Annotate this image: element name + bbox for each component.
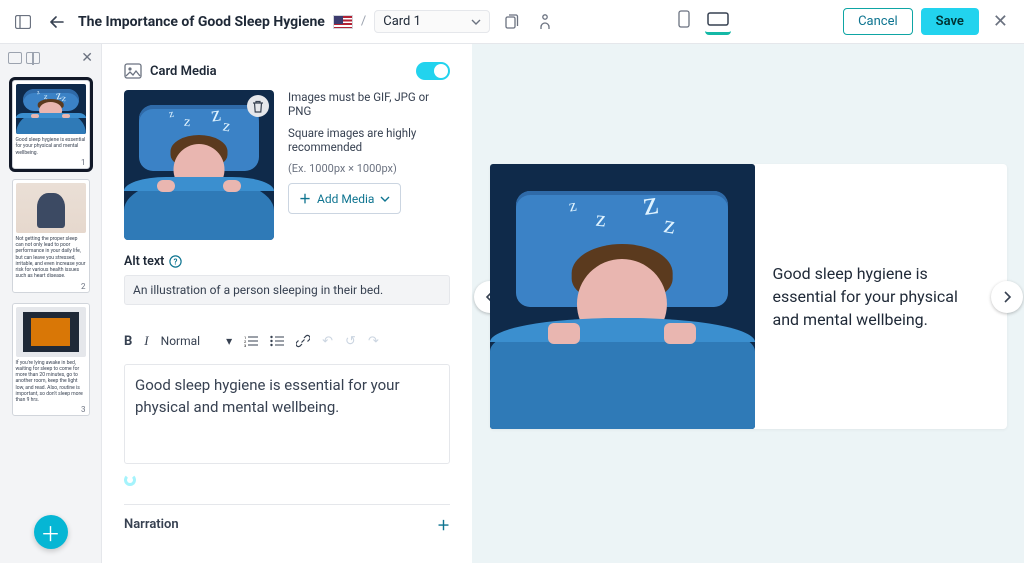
redo-button[interactable]: ↷ <box>368 334 379 349</box>
card-thumbnail-1[interactable]: zzzz Good sleep hygiene is essential for… <box>12 80 90 169</box>
layout-toggle-button[interactable] <box>10 9 36 35</box>
media-info: Images must be GIF, JPG or PNG Square im… <box>288 90 450 240</box>
media-requirements: Images must be GIF, JPG or PNG <box>288 90 450 118</box>
undo-button[interactable]: ↶ <box>322 334 333 349</box>
cards-sidebar: ✕ zzzz Good sleep hygiene is essential f… <box>0 44 102 563</box>
breadcrumb-separator: / <box>361 14 366 29</box>
text-style-label: Normal <box>161 334 200 348</box>
delete-media-button[interactable] <box>247 95 269 117</box>
plus-icon: ＋ <box>437 515 450 534</box>
card-media-preview[interactable]: zzzz <box>124 90 274 240</box>
link-button[interactable] <box>296 334 310 348</box>
card-selector-label: Card 1 <box>383 14 421 29</box>
svg-text:3: 3 <box>244 343 246 347</box>
card-thumbnail-2[interactable]: Not getting the proper sleep can not onl… <box>12 179 90 293</box>
svg-text:?: ? <box>174 257 178 266</box>
card-media-toggle[interactable] <box>416 62 450 80</box>
narration-section-header[interactable]: Narration ＋ <box>124 504 450 534</box>
media-recommendation: Square images are highly recommended <box>288 126 450 154</box>
italic-button[interactable]: I <box>144 333 148 349</box>
preview-pane: zzzz Good sleep hygiene is essential for… <box>472 44 1024 563</box>
document-title: The Importance of Good Sleep Hygiene <box>78 14 325 30</box>
image-icon <box>124 63 142 79</box>
rich-text-toolbar: B I Normal ▾ 123 ↶ ↺ ↷ <box>124 333 450 356</box>
cancel-button[interactable]: Cancel <box>843 8 913 35</box>
narration-label: Narration <box>124 517 179 532</box>
close-button[interactable]: ✕ <box>987 11 1014 32</box>
card-thumbnail-3[interactable]: If you're lying awake in bed, waiting fo… <box>12 303 90 417</box>
thumbnail-number: 2 <box>81 282 86 291</box>
sidebar-close-button[interactable]: ✕ <box>81 50 93 66</box>
locale-flag-icon[interactable] <box>333 15 353 29</box>
device-mobile-button[interactable] <box>671 9 697 35</box>
add-media-label: Add Media <box>317 192 374 206</box>
text-style-select[interactable]: Normal ▾ <box>161 334 232 348</box>
thumbnail-image <box>16 183 86 233</box>
duplicate-card-button[interactable] <box>498 9 524 35</box>
preview-next-button[interactable] <box>991 281 1023 313</box>
preview-image: zzzz <box>490 164 755 429</box>
card-media-label: Card Media <box>150 64 217 79</box>
ordered-list-button[interactable]: 123 <box>244 335 258 347</box>
reset-button[interactable]: ↺ <box>345 334 356 349</box>
card-selector[interactable]: Card 1 <box>374 10 490 33</box>
preview-text: Good sleep hygiene is essential for your… <box>773 262 973 332</box>
chevron-right-icon <box>1002 291 1012 303</box>
thumbnail-image: zzzz <box>16 84 86 134</box>
thumbnail-number: 3 <box>81 405 86 414</box>
thumbnail-image <box>16 307 86 357</box>
add-media-button[interactable]: ＋ Add Media <box>288 183 401 214</box>
body-text-editor[interactable]: Good sleep hygiene is essential for your… <box>124 364 450 464</box>
thumbnail-caption: Good sleep hygiene is essential for your… <box>16 137 86 156</box>
thumbnail-caption: Not getting the proper sleep can not onl… <box>16 236 86 280</box>
thumbnail-caption: If you're lying awake in bed, waiting fo… <box>16 360 86 404</box>
sidebar-view-single[interactable] <box>8 52 22 64</box>
sidebar-view-split[interactable] <box>26 52 40 64</box>
media-hint: (Ex. 1000px × 1000px) <box>288 162 450 175</box>
caret-down-icon: ▾ <box>226 334 232 348</box>
top-bar: The Importance of Good Sleep Hygiene / C… <box>0 0 1024 44</box>
loading-indicator-icon <box>124 474 136 486</box>
bold-button[interactable]: B <box>124 334 132 349</box>
alt-text-input[interactable] <box>124 275 450 305</box>
device-desktop-button[interactable] <box>705 9 731 35</box>
preview-card: zzzz Good sleep hygiene is essential for… <box>490 164 1007 429</box>
help-icon[interactable]: ? <box>169 255 182 268</box>
save-button[interactable]: Save <box>921 8 979 35</box>
trash-icon <box>252 100 264 113</box>
presenter-button[interactable] <box>532 9 558 35</box>
alt-text-label: Alt text <box>124 254 164 269</box>
chevron-down-icon <box>471 19 481 25</box>
add-card-fab[interactable]: ＋ <box>34 515 68 549</box>
editor-panel: Card Media zzzz Images must be GIF, JPG … <box>102 44 472 563</box>
unordered-list-button[interactable] <box>270 335 284 347</box>
thumbnail-number: 1 <box>81 158 86 167</box>
chevron-down-icon <box>380 196 390 202</box>
back-button[interactable] <box>44 9 70 35</box>
